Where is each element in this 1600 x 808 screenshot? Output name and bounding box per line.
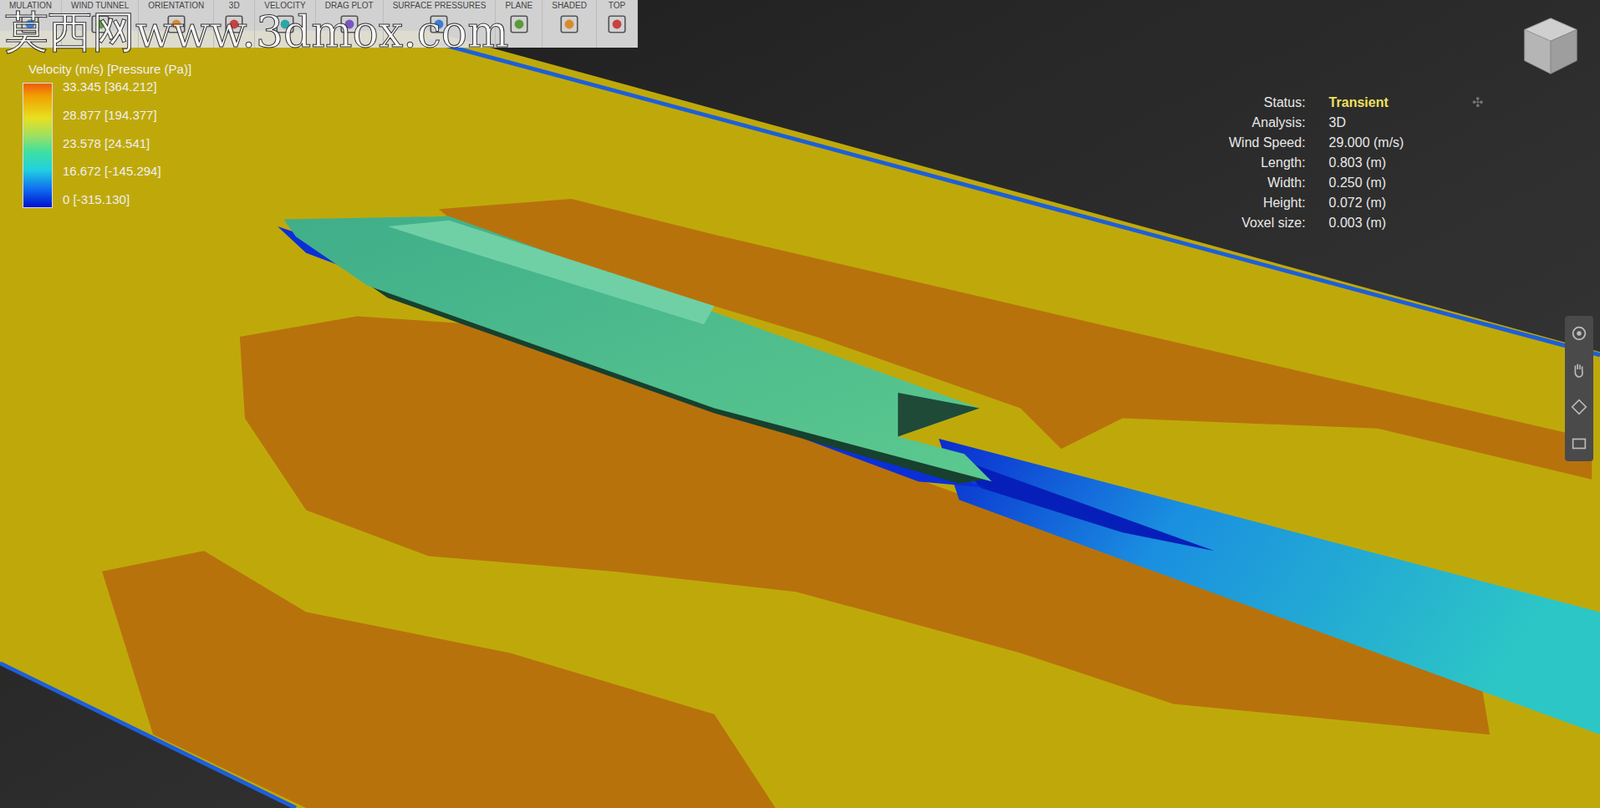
navigation-bar <box>1564 315 1594 462</box>
info-label: Analysis: <box>1228 115 1306 131</box>
info-label: Status: <box>1228 95 1306 111</box>
watermark: 莫西网www.3dmox.com <box>5 6 509 57</box>
legend-tick: 0 [-315.130] <box>62 192 162 207</box>
ship-bow <box>897 392 980 438</box>
tool-icon <box>508 13 530 36</box>
info-label: Height: <box>1228 195 1306 211</box>
legend-color-bar <box>22 82 53 209</box>
tool-icon <box>558 13 581 36</box>
legend-tick: 23.578 [24.541] <box>62 136 162 151</box>
legend-title: Velocity (m/s) [Pressure (Pa)] <box>28 61 192 77</box>
legend-tick: 28.877 [194.377] <box>62 107 162 123</box>
view-cube-icon[interactable] <box>1518 13 1584 79</box>
legend-tick: 33.345 [364.212] <box>62 79 162 94</box>
info-value: Transient <box>1329 95 1405 111</box>
background <box>0 0 1600 808</box>
legend-tick: 16.672 [-145.294] <box>62 163 162 179</box>
pin-icon[interactable]: ✣ <box>1472 94 1483 111</box>
ship-deck <box>283 216 992 482</box>
info-value: 0.072 (m) <box>1329 195 1405 211</box>
info-label: Wind Speed: <box>1228 135 1306 151</box>
high-velocity-region <box>101 550 776 808</box>
info-value: 0.250 (m) <box>1329 175 1405 191</box>
info-label: Width: <box>1228 175 1306 191</box>
info-panel: Status: Transient Analysis: 3D Wind Speed: 29… <box>1228 95 1404 231</box>
zoom-icon[interactable] <box>1569 397 1589 417</box>
toolbar-button[interactable]: SHADED <box>542 0 597 48</box>
simulation-viewport[interactable] <box>0 0 1600 808</box>
toolbar-button[interactable]: TOP <box>596 0 638 48</box>
info-value: 0.003 (m) <box>1329 215 1405 231</box>
info-label: Voxel size: <box>1228 215 1306 231</box>
pan-hand-icon[interactable] <box>1569 361 1589 380</box>
wake-core <box>958 458 1214 551</box>
info-value: 29.000 (m/s) <box>1329 135 1405 151</box>
color-legend: Velocity (m/s) [Pressure (Pa)] 33.345 [36… <box>28 61 192 209</box>
info-value: 3D <box>1329 115 1405 131</box>
info-label: Length: <box>1228 155 1306 171</box>
wind-tunnel-app: MULATIONWIND TUNNELORIENTATION3DVELOCITY… <box>0 0 1600 808</box>
section-plane <box>0 30 1600 808</box>
wake-region <box>938 438 1600 735</box>
orbit-icon[interactable] <box>1569 324 1589 343</box>
info-value: 0.803 (m) <box>1329 155 1405 171</box>
fit-view-icon[interactable] <box>1569 434 1589 454</box>
tool-icon <box>606 13 628 36</box>
ship-superstructure <box>387 220 715 326</box>
